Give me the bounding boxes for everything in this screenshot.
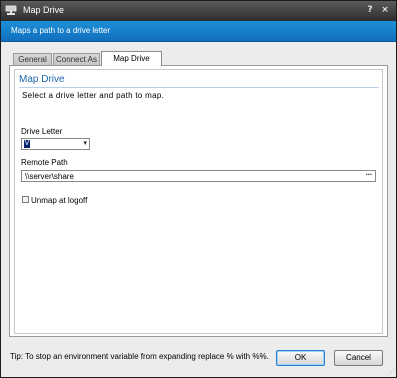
remote-path-value: \\server\share	[25, 172, 74, 181]
group-divider	[19, 87, 379, 88]
tip-text: Tip: To stop an environment variable fro…	[10, 352, 269, 361]
unmap-at-logoff-checkbox[interactable]	[22, 196, 29, 203]
cancel-button[interactable]: Cancel	[334, 350, 383, 366]
tab-general[interactable]: General	[13, 53, 52, 65]
tab-connect-as[interactable]: Connect As	[53, 53, 100, 65]
resize-grip-icon[interactable]: ⋰	[388, 368, 395, 376]
tab-panel: Map Drive Select a drive letter and path…	[9, 65, 388, 337]
help-icon[interactable]: ?	[364, 4, 376, 16]
title-bar[interactable]: Map Drive ? ×	[1, 1, 396, 21]
group-title: Map Drive	[19, 74, 65, 85]
ok-button[interactable]: OK	[276, 350, 325, 366]
drive-letter-label: Drive Letter	[21, 127, 63, 136]
description-banner: Maps a path to a drive letter	[1, 21, 396, 42]
unmap-at-logoff-label[interactable]: Unmap at logoff	[31, 196, 87, 205]
map-drive-dialog: Map Drive ? × Maps a path to a drive let…	[0, 0, 397, 378]
map-drive-group: Map Drive Select a drive letter and path…	[14, 69, 383, 334]
banner-text: Maps a path to a drive letter	[11, 26, 111, 35]
drive-letter-value: V	[24, 140, 30, 148]
network-drive-icon	[5, 5, 17, 15]
browse-button[interactable]: ···	[366, 170, 373, 179]
tab-map-drive[interactable]: Map Drive	[101, 51, 162, 66]
remote-path-input[interactable]: \\server\share ···	[21, 170, 376, 182]
remote-path-label: Remote Path	[21, 158, 68, 167]
close-icon[interactable]: ×	[379, 4, 391, 16]
window-title: Map Drive	[23, 5, 65, 15]
group-subtitle: Select a drive letter and path to map.	[22, 91, 165, 100]
drive-letter-select[interactable]: V ▾	[21, 138, 90, 150]
chevron-down-icon[interactable]: ▾	[83, 139, 87, 147]
